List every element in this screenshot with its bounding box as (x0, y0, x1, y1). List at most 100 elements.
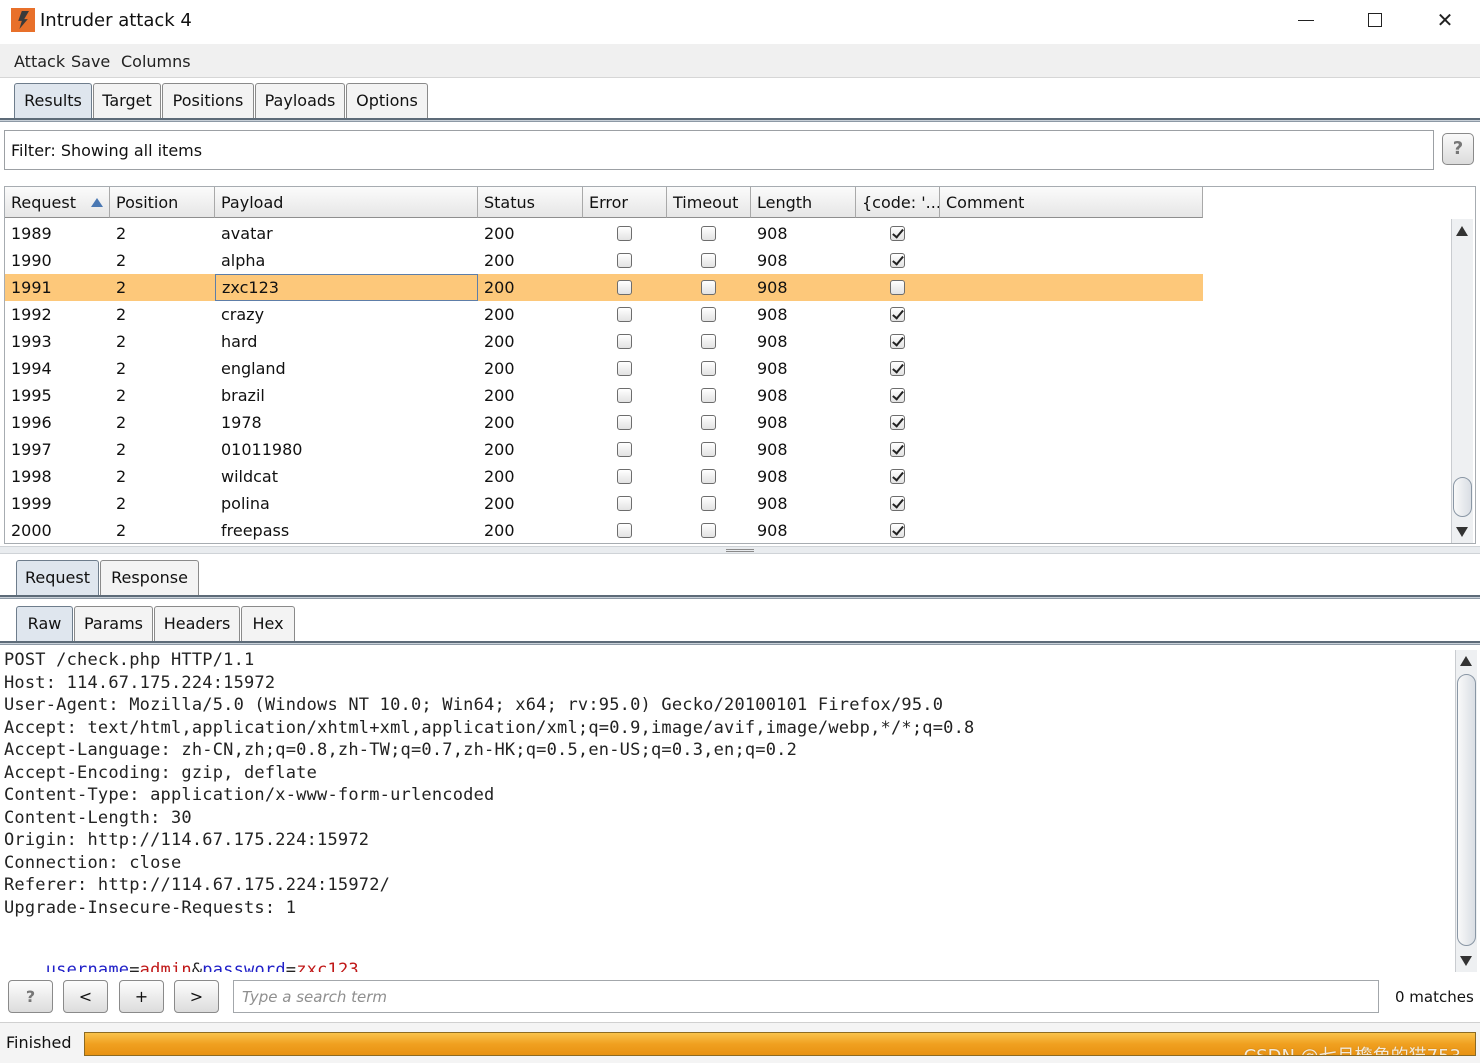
timeout-checkbox[interactable] (701, 334, 716, 349)
tab-response[interactable]: Response (100, 560, 199, 596)
table-row[interactable]: 1998 2 wildcat 200 908 (5, 463, 1203, 490)
col-error[interactable]: Error (583, 187, 667, 218)
menu-attack[interactable]: Attack (14, 52, 65, 71)
error-checkbox[interactable] (617, 469, 632, 484)
tab-raw[interactable]: Raw (16, 606, 73, 642)
timeout-checkbox[interactable] (701, 496, 716, 511)
code-grep-checkbox[interactable] (890, 253, 905, 268)
col-length[interactable]: Length (751, 187, 856, 218)
error-checkbox[interactable] (617, 523, 632, 538)
table-row[interactable]: 1993 2 hard 200 908 (5, 328, 1203, 355)
timeout-checkbox[interactable] (701, 388, 716, 403)
error-checkbox[interactable] (617, 415, 632, 430)
code-grep-checkbox[interactable] (890, 496, 905, 511)
cell-request: 1995 (11, 386, 52, 405)
code-grep-checkbox[interactable] (890, 415, 905, 430)
code-grep-checkbox[interactable] (890, 523, 905, 538)
maximize-button[interactable] (1340, 0, 1410, 40)
search-help-button[interactable]: ? (8, 980, 53, 1013)
menu-columns[interactable]: Columns (121, 52, 191, 71)
scroll-down-icon[interactable] (1460, 956, 1472, 966)
tab-params[interactable]: Params (74, 606, 153, 642)
table-row[interactable]: 1992 2 crazy 200 908 (5, 301, 1203, 328)
table-row[interactable]: 1999 2 polina 200 908 (5, 490, 1203, 517)
pane-splitter[interactable] (0, 546, 1480, 554)
col-position[interactable]: Position (110, 187, 215, 218)
error-checkbox[interactable] (617, 253, 632, 268)
col-comment[interactable]: Comment (940, 187, 1203, 218)
table-row[interactable]: 1994 2 england 200 908 (5, 355, 1203, 382)
timeout-checkbox[interactable] (701, 469, 716, 484)
code-grep-checkbox[interactable] (890, 334, 905, 349)
search-add-button[interactable]: + (119, 980, 164, 1013)
error-checkbox[interactable] (617, 226, 632, 241)
error-checkbox[interactable] (617, 388, 632, 403)
table-row[interactable]: 1996 2 1978 200 908 (5, 409, 1203, 436)
splitter-grip-icon[interactable] (726, 549, 754, 552)
col-payload[interactable]: Payload (215, 187, 478, 218)
request-line: Content-Type: application/x-www-form-url… (4, 785, 495, 805)
timeout-checkbox[interactable] (701, 253, 716, 268)
raw-request-editor[interactable]: POST /check.php HTTP/1.1 Host: 114.67.175… (2, 650, 1454, 972)
table-row[interactable]: 2000 2 freepass 200 908 (5, 517, 1203, 543)
error-checkbox[interactable] (617, 361, 632, 376)
table-scroll-thumb[interactable] (1453, 477, 1472, 517)
search-previous-button[interactable]: < (63, 980, 108, 1013)
timeout-checkbox[interactable] (701, 361, 716, 376)
search-next-button[interactable]: > (174, 980, 219, 1013)
tab-headers[interactable]: Headers (154, 606, 240, 642)
tab-hex[interactable]: Hex (241, 606, 295, 642)
close-button[interactable]: ✕ (1410, 0, 1480, 40)
tab-target[interactable]: Target (93, 83, 161, 119)
tab-positions[interactable]: Positions (162, 83, 254, 119)
code-grep-checkbox[interactable] (890, 469, 905, 484)
code-grep-checkbox[interactable] (890, 442, 905, 457)
cell-position: 2 (116, 494, 127, 513)
col-code-grep[interactable]: {code: '... (856, 187, 940, 218)
tab-results[interactable]: Results (14, 83, 92, 119)
code-grep-checkbox[interactable] (890, 388, 905, 403)
error-checkbox[interactable] (617, 442, 632, 457)
timeout-checkbox[interactable] (701, 307, 716, 322)
timeout-checkbox[interactable] (701, 442, 716, 457)
tab-payloads[interactable]: Payloads (255, 83, 345, 119)
timeout-checkbox[interactable] (701, 523, 716, 538)
error-checkbox[interactable] (617, 280, 632, 295)
filter-bar[interactable]: Filter: Showing all items (4, 130, 1434, 170)
col-timeout[interactable]: Timeout (667, 187, 751, 218)
editor-scroll-thumb[interactable] (1457, 674, 1476, 946)
col-request[interactable]: Request (5, 187, 110, 218)
scroll-up-icon[interactable] (1460, 656, 1472, 666)
table-row[interactable]: 1991 2 zxc123 200 908 (5, 274, 1203, 301)
cell-comment (940, 247, 946, 274)
error-checkbox[interactable] (617, 307, 632, 322)
scroll-down-icon[interactable] (1456, 527, 1468, 537)
scroll-up-icon[interactable] (1456, 226, 1468, 236)
code-grep-checkbox[interactable] (890, 307, 905, 322)
minimize-button[interactable] (1270, 0, 1340, 40)
filter-help-button[interactable]: ? (1442, 133, 1474, 165)
error-checkbox[interactable] (617, 334, 632, 349)
code-grep-checkbox[interactable] (890, 361, 905, 376)
table-row[interactable]: 1989 2 avatar 200 908 (5, 220, 1203, 247)
error-checkbox[interactable] (617, 496, 632, 511)
help-icon: ? (1452, 138, 1464, 159)
table-row[interactable]: 1997 2 01011980 200 908 (5, 436, 1203, 463)
cell-comment (940, 328, 946, 355)
tab-request[interactable]: Request (16, 560, 99, 596)
timeout-checkbox[interactable] (701, 280, 716, 295)
code-grep-checkbox[interactable] (890, 226, 905, 241)
table-row[interactable]: 1995 2 brazil 200 908 (5, 382, 1203, 409)
timeout-checkbox[interactable] (701, 415, 716, 430)
status-bar: Finished CSDN @七月檐角的猫753 (0, 1022, 1480, 1063)
tab-options[interactable]: Options (346, 83, 428, 119)
table-scrollbar[interactable] (1451, 219, 1473, 543)
timeout-checkbox[interactable] (701, 226, 716, 241)
col-status[interactable]: Status (478, 187, 583, 218)
search-input[interactable] (233, 980, 1379, 1013)
menu-save[interactable]: Save (71, 52, 110, 71)
plus-icon: + (134, 987, 149, 1006)
code-grep-checkbox[interactable] (890, 280, 905, 295)
table-row[interactable]: 1990 2 alpha 200 908 (5, 247, 1203, 274)
editor-scrollbar[interactable] (1455, 650, 1477, 972)
